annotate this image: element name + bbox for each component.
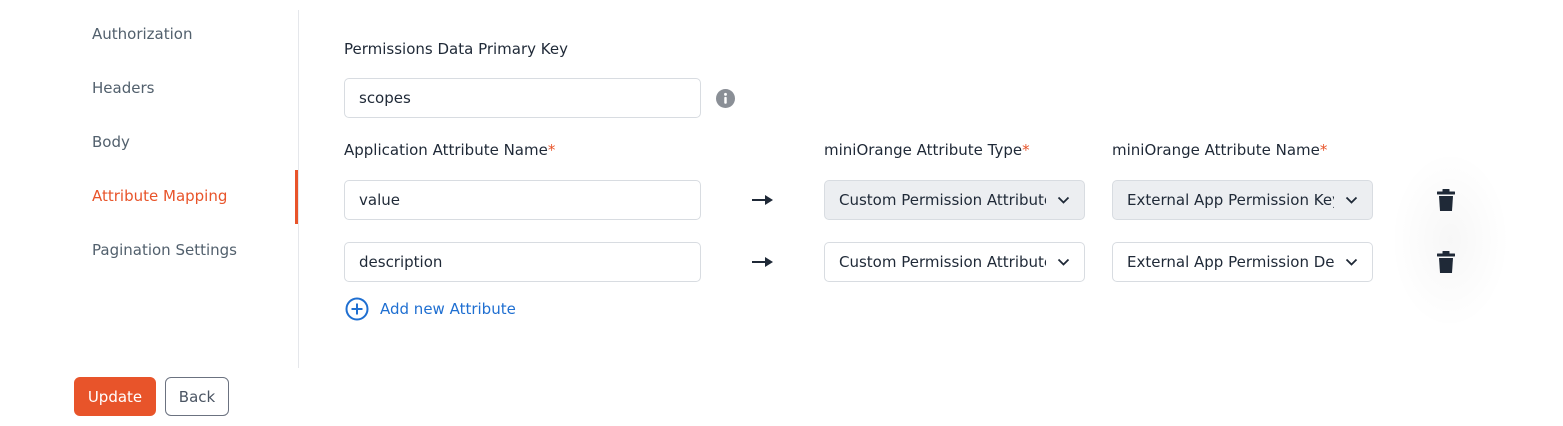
sidebar-item-body[interactable]: Body (92, 133, 130, 151)
app-attr-header-text: Application Attribute Name (344, 141, 548, 159)
mo-name-header-text: miniOrange Attribute Name (1112, 141, 1320, 159)
required-mark: * (1319, 141, 1328, 159)
mo-type-select[interactable]: Custom Permission Attribute (824, 180, 1085, 220)
mo-type-header-text: miniOrange Attribute Type (824, 141, 1023, 159)
chevron-down-icon (1345, 196, 1358, 204)
chevron-down-icon (1345, 258, 1358, 266)
mo-type-header: miniOrange Attribute Type* (824, 141, 1030, 159)
mo-type-select[interactable]: Custom Permission Attribute (824, 242, 1085, 282)
arrow-right-icon (752, 257, 773, 267)
page: Authorization Headers Body Attribute Map… (0, 0, 1563, 426)
trash-icon[interactable] (1437, 251, 1455, 273)
primary-key-label: Permissions Data Primary Key (344, 40, 568, 58)
trash-icon[interactable] (1437, 189, 1455, 211)
required-mark: * (1022, 141, 1030, 159)
sidebar-item-headers[interactable]: Headers (92, 79, 154, 97)
mo-type-select-value: Custom Permission Attribute (839, 191, 1046, 209)
update-button[interactable]: Update (74, 377, 156, 416)
arrow-right-icon (752, 195, 773, 205)
chevron-down-icon (1057, 196, 1070, 204)
mo-name-select[interactable]: External App Permission Description (1112, 242, 1373, 282)
back-button[interactable]: Back (165, 377, 229, 416)
app-attr-input[interactable] (344, 242, 701, 282)
app-attr-input[interactable] (344, 180, 701, 220)
plus-circle-icon (345, 297, 369, 321)
sidebar-divider (298, 10, 299, 368)
mo-type-select-value: Custom Permission Attribute (839, 253, 1046, 271)
app-attr-header: Application Attribute Name* (344, 141, 555, 159)
shadow-decoration (1390, 150, 1510, 330)
mo-name-select[interactable]: External App Permission Key (1112, 180, 1373, 220)
mo-name-select-value: External App Permission Key (1127, 191, 1334, 209)
mo-name-header: miniOrange Attribute Name* (1112, 141, 1327, 159)
required-mark: * (547, 141, 556, 159)
add-attribute-button[interactable]: Add new Attribute (345, 297, 516, 321)
sidebar: Authorization Headers Body Attribute Map… (0, 0, 299, 368)
info-icon[interactable] (716, 89, 735, 108)
primary-key-input[interactable] (344, 78, 701, 118)
sidebar-item-pagination-settings[interactable]: Pagination Settings (92, 241, 237, 259)
mo-name-select-value: External App Permission Description (1127, 253, 1334, 271)
sidebar-item-authorization[interactable]: Authorization (92, 25, 192, 43)
sidebar-item-attribute-mapping[interactable]: Attribute Mapping (92, 187, 227, 205)
chevron-down-icon (1057, 258, 1070, 266)
add-attribute-label: Add new Attribute (380, 300, 516, 318)
